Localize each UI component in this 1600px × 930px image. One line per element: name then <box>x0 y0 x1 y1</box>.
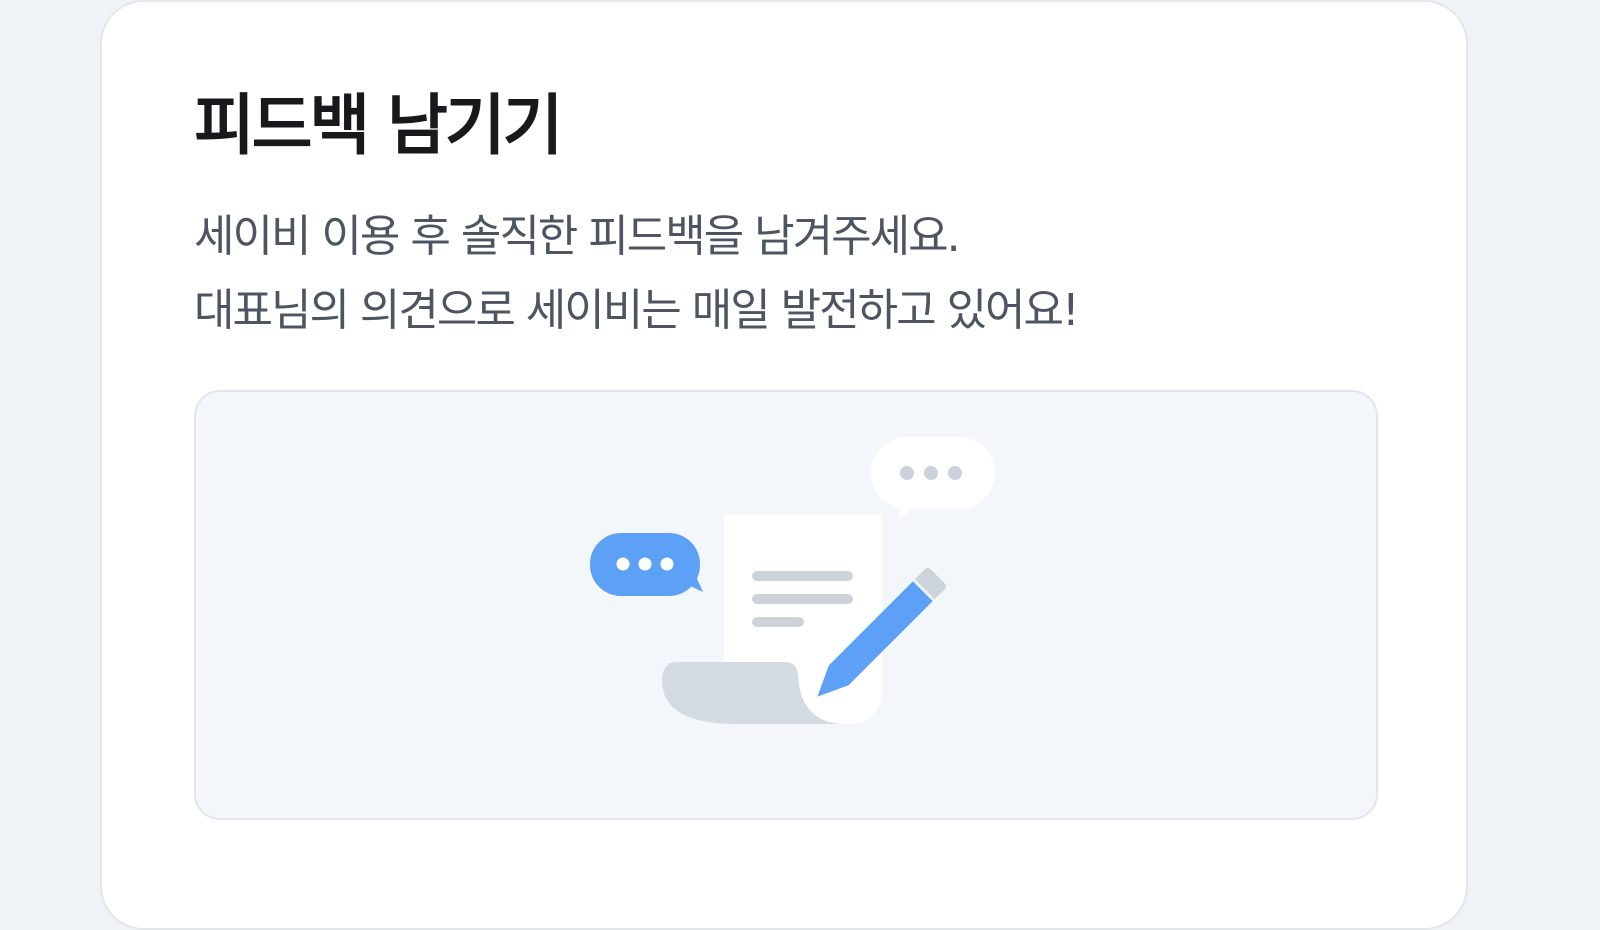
feedback-illustration <box>194 390 1378 820</box>
page-title: 피드백 남기기 <box>194 87 563 164</box>
feedback-description: 세이비 이용 후 솔직한 피드백을 남겨주세요. 대표님의 의견으로 세이비는 … <box>194 200 1080 348</box>
feedback-illustration-svg <box>590 437 995 724</box>
description-line-1: 세이비 이용 후 솔직한 피드백을 남겨주세요. <box>194 211 961 262</box>
description-line-2: 대표님의 의견으로 세이비는 매일 발전하고 있어요! <box>194 285 1080 336</box>
feedback-card: 피드백 남기기 세이비 이용 후 솔직한 피드백을 남겨주세요. 대표님의 의견… <box>100 0 1468 930</box>
typing-bubble-icon <box>871 437 995 520</box>
document-icon <box>662 514 882 724</box>
chat-bubble-icon <box>590 533 703 596</box>
